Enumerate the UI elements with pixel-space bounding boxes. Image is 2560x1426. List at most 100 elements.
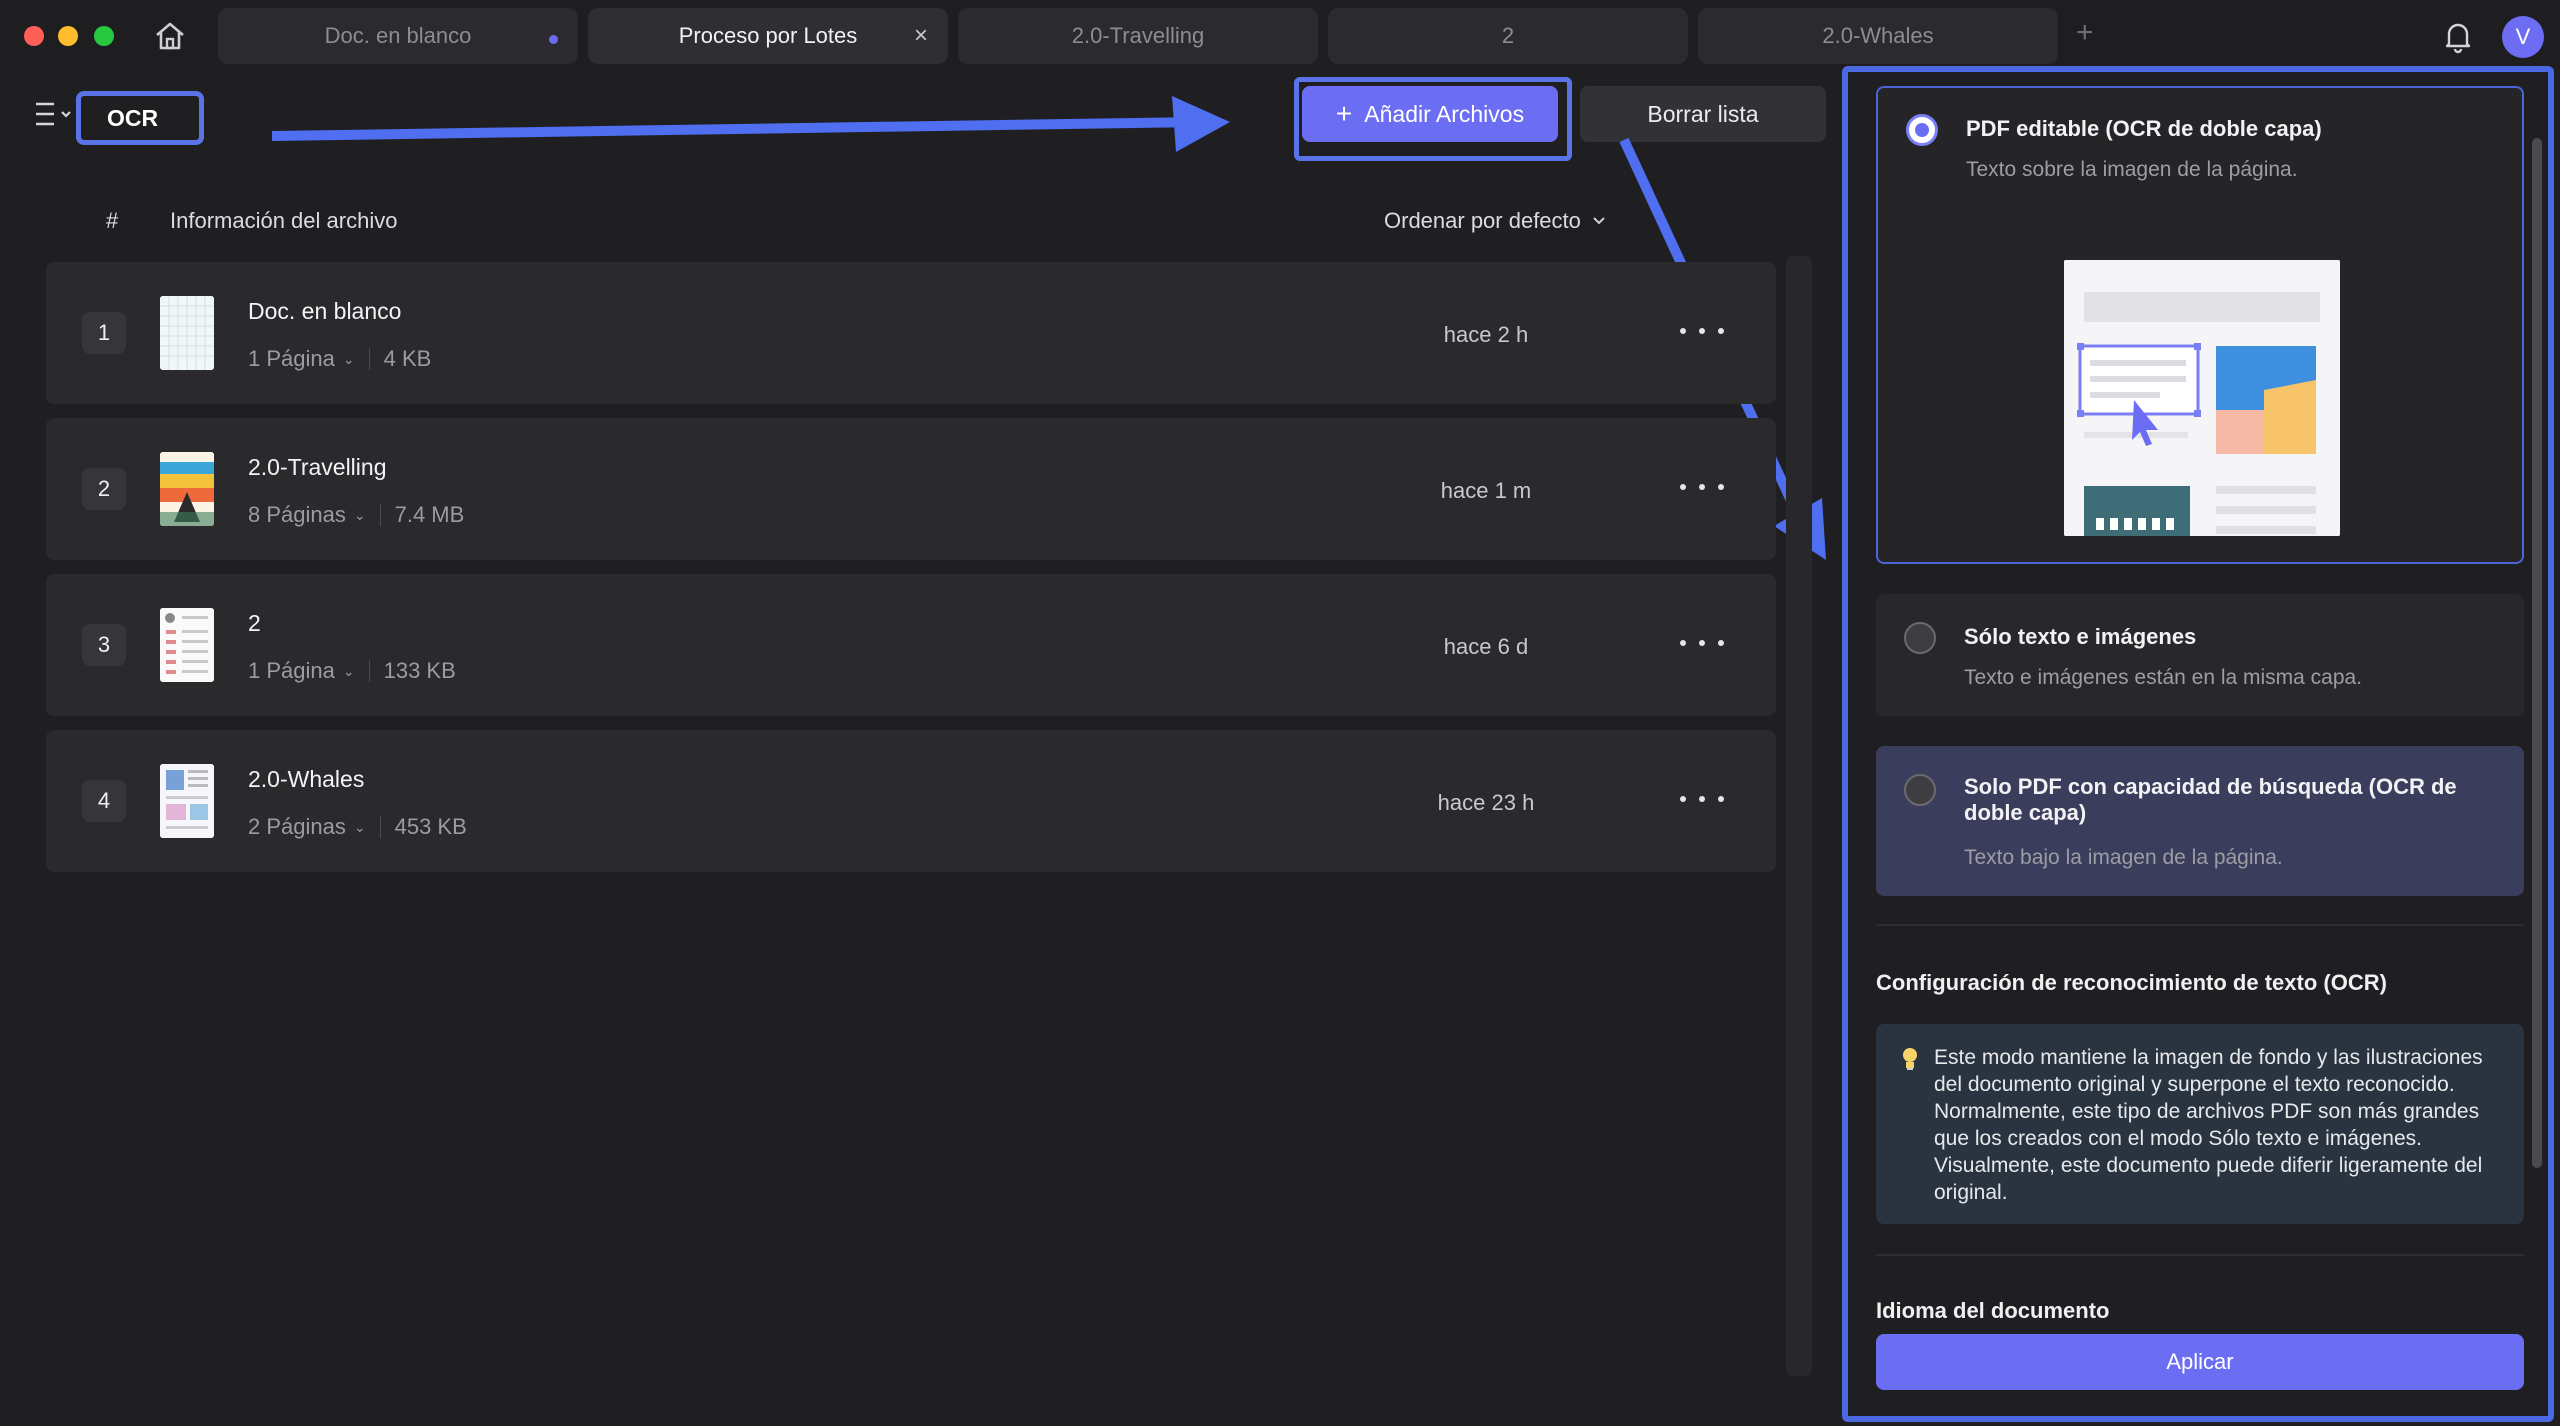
column-number: # [106,208,119,233]
file-thumbnail [160,452,214,526]
home-icon[interactable] [150,18,190,54]
file-meta: 2 Páginas ⌄ 453 KB [248,814,467,840]
file-index: 3 [82,624,126,666]
file-meta: 8 Páginas ⌄ 7.4 MB [248,502,464,528]
chevron-down-icon[interactable]: ⌄ [354,819,366,836]
file-name: 2 [248,610,261,636]
option-title: Sólo texto e imágenes [1964,624,2197,649]
file-time: hace 23 h [1437,790,1535,815]
apply-button[interactable]: Aplicar [1876,1334,2524,1390]
more-options-icon[interactable] [1680,784,1724,814]
window-minimize-button[interactable] [58,26,78,46]
file-time: hace 6 d [1443,634,1529,659]
file-size: 7.4 MB [394,502,465,527]
lightbulb-icon [1900,1046,1920,1079]
tab-2[interactable]: 2 [1328,8,1688,64]
radio-searchable-pdf[interactable] [1904,774,1936,806]
window-maximize-button[interactable] [94,26,114,46]
chevron-down-icon[interactable]: ⌄ [354,507,366,524]
file-list-scrollbar[interactable] [1786,256,1812,1376]
file-size: 453 KB [394,814,467,839]
more-options-icon[interactable] [1680,472,1724,502]
title-bar: Doc. en blanco Proceso por Lotes × 2.0-T… [0,0,2560,72]
tab-2-0-travelling[interactable]: 2.0-Travelling [958,8,1318,64]
option-description: Texto sobre la imagen de la página. [1966,158,2298,181]
tab-label: Proceso por Lotes [678,23,858,48]
more-options-icon[interactable] [1680,628,1724,658]
new-tab-button[interactable]: + [2076,18,2094,48]
page-count[interactable]: 1 Página [248,658,335,684]
tab-doc-en-blanco[interactable]: Doc. en blanco [218,8,578,64]
file-row[interactable]: 2 2.0-Travelling 8 Páginas ⌄ 7.4 MB hace … [46,418,1776,560]
tab-close-icon[interactable]: × [914,24,928,48]
option-description: Texto e imágenes están en la misma capa. [1964,666,2363,689]
tab-label: 2 [1501,23,1515,48]
file-name: 2.0-Travelling [248,454,387,480]
column-file-info: Información del archivo [170,208,398,233]
radio-text-and-images[interactable] [1904,622,1936,654]
ocr-info-text: Este modo mantiene la imagen de fondo y … [1934,1046,2483,1204]
ocr-mode-text: OCR [107,104,159,131]
file-index: 2 [82,468,126,510]
chevron-down-icon[interactable]: ⌄ [343,663,355,680]
divider [379,816,381,838]
option-searchable-pdf[interactable]: Solo PDF con capacidad de búsqueda (OCR … [1876,746,2524,896]
file-row[interactable]: 4 2.0-Whales 2 Páginas ⌄ 453 KB hace 23 h [46,730,1776,872]
divider [1876,924,2524,926]
option-text-and-images[interactable]: Sólo texto e imágenes Texto e imágenes e… [1876,594,2524,716]
arrow-head-icon [1172,96,1230,152]
panel-scrollbar[interactable] [2532,138,2542,1168]
file-row[interactable]: 3 2 1 Página ⌄ 133 KB hace 6 d [46,574,1776,716]
divider [368,660,370,682]
page-count[interactable]: 2 Páginas [248,814,346,840]
add-files-label: Añadir Archivos [1364,100,1525,127]
editable-pdf-illustration [2064,260,2340,536]
avatar[interactable]: V [2502,16,2544,58]
page-count[interactable]: 1 Página [248,346,335,372]
chevron-down-icon [1593,217,1605,225]
chevron-down-icon[interactable]: ⌄ [343,351,355,368]
option-editable-pdf[interactable]: PDF editable (OCR de doble capa) Texto s… [1876,86,2524,564]
tab-proceso-por-lotes[interactable]: Proceso por Lotes × [588,8,948,64]
divider [1876,1254,2524,1256]
clear-list-label: Borrar lista [1647,100,1759,127]
file-thumbnail [160,296,214,370]
file-meta: 1 Página ⌄ 4 KB [248,346,431,372]
ocr-settings-title: Configuración de reconocimiento de texto… [1876,970,2387,995]
divider [368,348,370,370]
file-row[interactable]: 1 Doc. en blanco 1 Página ⌄ 4 KB hace 2 h [46,262,1776,404]
file-name: 2.0-Whales [248,766,365,792]
bell-icon[interactable] [2440,18,2476,54]
divider [379,504,381,526]
clear-list-button[interactable]: Borrar lista [1580,86,1826,142]
sort-dropdown[interactable]: Ordenar por defecto [1384,208,1607,234]
window-close-button[interactable] [24,26,44,46]
page-count[interactable]: 8 Páginas [248,502,346,528]
file-thumbnail [160,608,214,682]
file-meta: 1 Página ⌄ 133 KB [248,658,456,684]
unsaved-dot-icon [549,35,558,44]
document-language-title: Idioma del documento [1876,1298,2110,1323]
tab-2-0-whales[interactable]: 2.0-Whales [1698,8,2058,64]
plus-icon: + [1335,98,1353,129]
file-time: hace 2 h [1443,322,1529,347]
ocr-mode-label[interactable]: OCR [76,91,204,145]
file-size: 133 KB [383,658,456,683]
sort-label: Ordenar por defecto [1384,208,1581,233]
add-files-button[interactable]: + Añadir Archivos [1302,86,1558,142]
file-list-header: # Información del archivo Ordenar por de… [46,200,1626,240]
tab-label: 2.0-Whales [1822,23,1934,48]
apply-label: Aplicar [2166,1349,2234,1374]
more-options-icon[interactable] [1680,316,1724,346]
file-index: 1 [82,312,126,354]
tab-label: 2.0-Travelling [1071,23,1205,48]
file-name: Doc. en blanco [248,298,402,324]
tab-label: Doc. en blanco [324,23,472,48]
file-time: hace 1 m [1440,478,1532,503]
option-title: PDF editable (OCR de doble capa) [1966,116,2322,141]
file-thumbnail [160,764,214,838]
ocr-info-box: Este modo mantiene la imagen de fondo y … [1876,1024,2524,1224]
option-title: Solo PDF con capacidad de búsqueda (OCR … [1964,774,2457,825]
sidebar-menu-icon[interactable] [34,100,74,130]
radio-editable-pdf[interactable] [1906,114,1938,146]
